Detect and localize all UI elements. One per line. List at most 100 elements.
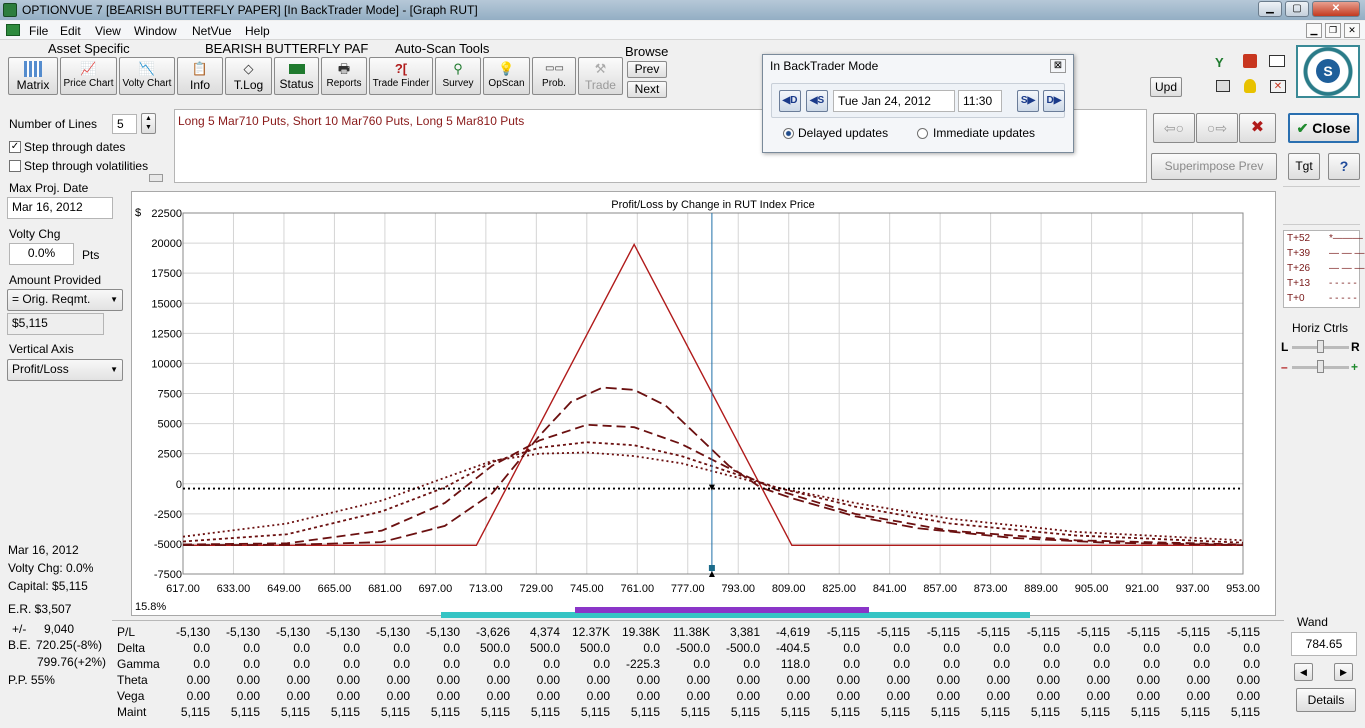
grid-cell: 0.00 [986,689,1010,703]
trade-finder-button[interactable]: ?[ Trade Finder [369,57,433,95]
x-tick-label: 825.00 [822,583,856,595]
survey-button[interactable]: ⚲ Survey [435,57,481,95]
child-window-icon[interactable] [6,24,20,36]
menu-window[interactable]: Window [134,24,177,38]
grid-cell: 0.00 [236,689,260,703]
grid-cell: 0.0 [443,641,460,655]
prob-button[interactable]: ▭▭ Prob. [532,57,576,95]
volty-chg-input[interactable]: 0.0% [9,243,74,265]
delayed-updates-radio[interactable] [783,128,794,139]
forward-arrow-button[interactable]: ○⇨ [1196,113,1238,143]
printer-icon[interactable] [1216,80,1230,92]
x-tick-label: 937.00 [1176,583,1210,595]
dialog-close-button[interactable]: ⊠ [1050,59,1066,73]
resize-grip[interactable] [149,174,163,182]
x-tick-label: 873.00 [974,583,1008,595]
wand-left-button[interactable]: ◀ [1294,663,1313,681]
tlog-button[interactable]: ◇ T.Log [225,57,272,95]
amount-provided-label: Amount Provided [9,273,102,287]
menu-edit[interactable]: Edit [60,24,81,38]
help-button[interactable]: ? [1328,153,1360,180]
wand-value-input[interactable]: 784.65 [1291,632,1357,656]
volty-chart-button[interactable]: 📉 Volty Chart [119,57,175,95]
x-tick-label: 793.00 [721,583,755,595]
mdi-close-button[interactable]: ✕ [1344,23,1360,38]
amount-value: $5,115 [7,313,104,335]
price-chart-button[interactable]: 📈 Price Chart [60,57,117,95]
upd-button[interactable]: Upd [1150,77,1182,97]
grid-cell: 0.0 [343,657,360,671]
no-alert-icon[interactable]: ✕ [1270,80,1286,93]
volty-unit-label: Pts [82,248,100,262]
grid-cell: 3,381 [729,625,760,639]
num-lines-input[interactable]: 5 [112,114,137,134]
close-panel-button[interactable]: ✔ Close [1288,113,1359,143]
backtrader-date-field[interactable]: Tue Jan 24, 2012 [833,90,955,112]
maximize-button[interactable]: ▢ [1285,1,1309,17]
status-button[interactable]: Status [274,57,319,95]
forward-day-button[interactable]: D▶ [1043,90,1065,112]
step-vols-checkbox[interactable] [9,160,21,172]
grid-cell: 0.0 [893,641,910,655]
details-button[interactable]: Details [1296,688,1356,712]
y-tick-label: 22500 [151,208,182,220]
back-step-button[interactable]: ◀S [806,90,828,112]
mdi-minimize-button[interactable]: ▁ [1306,23,1322,38]
grid-cell: 0.00 [886,689,910,703]
amount-provided-value: = Orig. Reqmt. [12,292,91,306]
x-tick-label: 729.00 [520,583,554,595]
menu-netvue[interactable]: NetVue [192,24,232,38]
delayed-updates-label: Delayed updates [798,126,889,140]
reports-button[interactable]: 🖶 Reports [321,57,367,95]
wand-right-button[interactable]: ▶ [1334,663,1353,681]
x-tick-label: 889.00 [1024,583,1058,595]
grid-cell: 5,115 [530,705,560,719]
horiz-slider-thumb[interactable] [1317,340,1324,353]
alert-bell-icon[interactable] [1244,79,1256,93]
info-icon: 📋 [191,61,209,76]
back-arrow-button[interactable]: ⇦○ [1153,113,1195,143]
mdi-restore-button[interactable]: ❐ [1325,23,1341,38]
edit-icon[interactable] [1243,54,1257,68]
forward-step-button[interactable]: S▶ [1017,90,1039,112]
dropdown-arrow-icon: ▼ [110,365,118,374]
target-button[interactable]: Tgt [1288,153,1320,180]
breakeven-high: 799.76(+2%) [37,655,107,669]
grid-cell: 0.00 [1136,673,1160,687]
minimize-button[interactable]: ▁ [1258,1,1282,17]
browse-next-button[interactable]: Next [627,81,667,98]
grid-cell: 500.0 [579,641,610,655]
menu-view[interactable]: View [95,24,121,38]
step-dates-checkbox[interactable]: ✓ [9,141,21,153]
matrix-button[interactable]: Matrix [8,57,58,95]
backtrader-time-field[interactable]: 11:30 [958,90,1002,112]
grid-cell: 0.00 [536,673,560,687]
note-icon[interactable] [1269,55,1285,67]
x-tick-label: 745.00 [570,583,604,595]
zoom-slider-thumb[interactable] [1317,360,1324,373]
grid-cell: 0.00 [236,673,260,687]
back-day-button[interactable]: ◀D [779,90,801,112]
opscan-button[interactable]: 💡 OpScan [483,57,530,95]
grid-cell: 5,115 [330,705,360,719]
probability-profit: P.P. 55% [8,673,55,687]
expected-return: E.R. $3,507 [8,602,72,616]
close-window-button[interactable]: ✕ [1312,1,1360,17]
menu-help[interactable]: Help [245,24,270,38]
trade-button[interactable]: ⚒ Trade [578,57,623,95]
vertical-axis-select[interactable]: Profit/Loss ▼ [7,359,123,381]
superimpose-prev-button[interactable]: Superimpose Prev [1151,153,1277,180]
max-proj-input[interactable]: Mar 16, 2012 [7,197,113,219]
info-button[interactable]: 📋 Info [177,57,223,95]
yahoo-icon[interactable]: Y [1215,55,1224,70]
series-line-t52 [183,242,1243,547]
profit-loss-chart[interactable]: 617.00 633.00 649.00 665.00 681.00 697.00 713.… [131,191,1276,616]
backtrader-controls: ◀D ◀S Tue Jan 24, 2012 11:30 S▶ D▶ [771,83,1065,118]
opscan-label: OpScan [488,78,525,89]
menu-file[interactable]: File [29,24,48,38]
amount-provided-select[interactable]: = Orig. Reqmt. ▼ [7,289,123,311]
immediate-updates-radio[interactable] [917,128,928,139]
browse-prev-button[interactable]: Prev [627,61,667,78]
delete-button[interactable]: ✖ [1239,113,1276,143]
num-lines-spinner[interactable]: ▲ ▼ [141,113,156,134]
